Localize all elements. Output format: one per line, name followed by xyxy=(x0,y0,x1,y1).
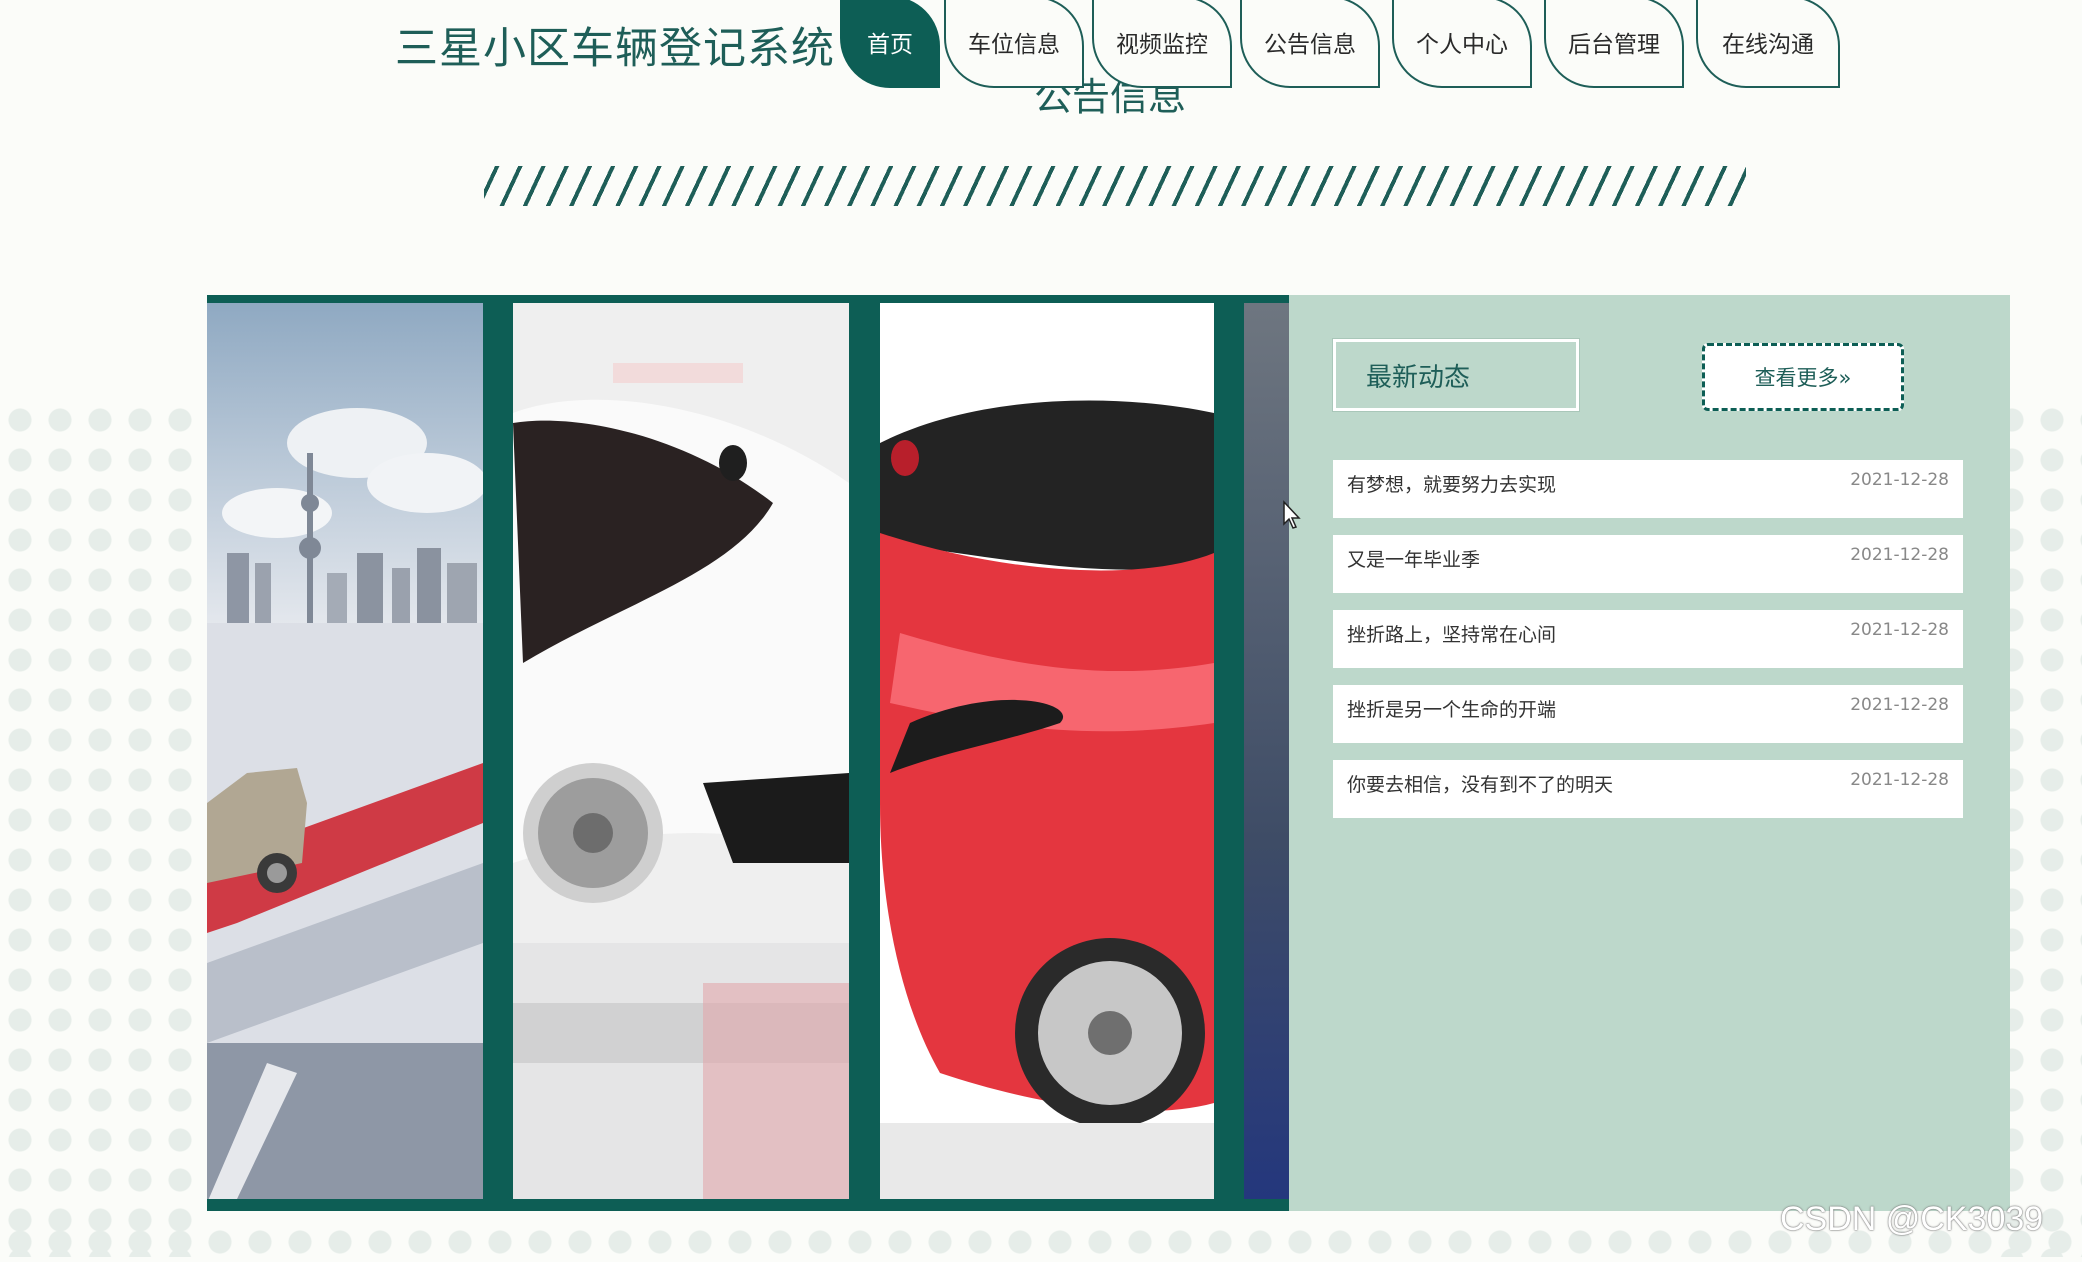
nav-item-video-monitoring[interactable]: 视频监控 xyxy=(1092,0,1232,88)
nav-item-home[interactable]: 首页 xyxy=(840,0,940,88)
gallery-image-white-car[interactable] xyxy=(513,303,849,1199)
news-sidebar: 最新动态 查看更多» 有梦想，就要努力去实现 2021-12-28 又是一年毕业… xyxy=(1289,295,2010,1211)
main-panel: 最新动态 查看更多» 有梦想，就要努力去实现 2021-12-28 又是一年毕业… xyxy=(207,295,2010,1211)
gallery-image-partial[interactable] xyxy=(1244,303,1289,1199)
news-item-title: 你要去相信，没有到不了的明天 xyxy=(1347,774,1614,796)
decorative-dots-left xyxy=(0,400,200,1257)
city-parking-illustration xyxy=(207,303,483,1199)
news-item-date: 2021-12-28 xyxy=(1850,695,1949,715)
news-item-title: 有梦想，就要努力去实现 xyxy=(1347,474,1557,496)
news-heading: 最新动态 xyxy=(1333,339,1579,411)
news-item-title: 又是一年毕业季 xyxy=(1347,549,1481,571)
mouse-pointer-icon xyxy=(1283,500,1301,529)
news-item[interactable]: 你要去相信，没有到不了的明天 2021-12-28 xyxy=(1333,760,1963,818)
news-item[interactable]: 有梦想，就要努力去实现 2021-12-28 xyxy=(1333,460,1963,518)
news-item-title: 挫折路上，坚持常在心间 xyxy=(1347,624,1557,646)
nav-item-admin[interactable]: 后台管理 xyxy=(1544,0,1684,88)
nav-item-online-chat[interactable]: 在线沟通 xyxy=(1696,0,1840,88)
news-item[interactable]: 挫折路上，坚持常在心间 2021-12-28 xyxy=(1333,610,1963,668)
news-list: 有梦想，就要努力去实现 2021-12-28 又是一年毕业季 2021-12-2… xyxy=(1333,460,1963,835)
news-item[interactable]: 挫折是另一个生命的开端 2021-12-28 xyxy=(1333,685,1963,743)
decorative-dots-bottom xyxy=(0,1222,2082,1262)
news-item-date: 2021-12-28 xyxy=(1850,545,1949,565)
gallery-image-city-parking[interactable] xyxy=(207,303,483,1199)
news-item-date: 2021-12-28 xyxy=(1850,470,1949,490)
news-item-date: 2021-12-28 xyxy=(1850,770,1949,790)
section-divider xyxy=(484,166,1746,206)
gallery-image-red-car[interactable] xyxy=(880,303,1214,1199)
nav-item-personal-center[interactable]: 个人中心 xyxy=(1392,0,1532,88)
news-item-date: 2021-12-28 xyxy=(1850,620,1949,640)
nav-item-announcements[interactable]: 公告信息 xyxy=(1240,0,1380,88)
site-title: 三星小区车辆登记系统 xyxy=(395,24,835,74)
view-more-button[interactable]: 查看更多» xyxy=(1702,343,1904,411)
watermark: CSDN @CK3039 xyxy=(1780,1200,2044,1238)
image-gallery[interactable] xyxy=(207,295,1289,1211)
news-item[interactable]: 又是一年毕业季 2021-12-28 xyxy=(1333,535,1963,593)
white-car-illustration xyxy=(513,303,849,1199)
news-item-title: 挫折是另一个生命的开端 xyxy=(1347,699,1557,721)
red-car-illustration xyxy=(880,303,1214,1199)
site-header: 三星小区车辆登记系统 首页 车位信息 视频监控 公告信息 个人中心 后台管理 在… xyxy=(0,0,2082,100)
nav-item-parking-info[interactable]: 车位信息 xyxy=(944,0,1084,88)
